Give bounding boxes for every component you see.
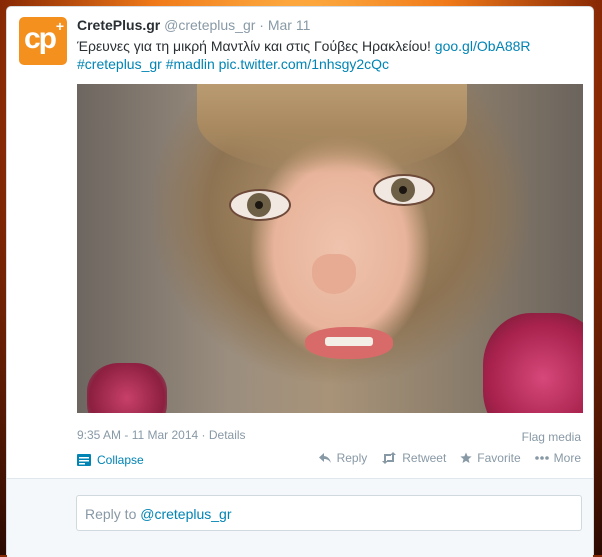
more-dots-icon: [534, 456, 549, 460]
collapse-icon: [77, 454, 91, 466]
retweet-button[interactable]: Retweet: [381, 451, 446, 465]
photo-scarf: [483, 313, 583, 413]
retweet-label: Retweet: [402, 451, 447, 465]
header-separator: ·: [259, 17, 264, 33]
tweet-text: Έρευνες για τη μικρή Μαντλίν και στις Γο…: [77, 37, 577, 73]
details-link[interactable]: Details: [209, 428, 246, 442]
collapse-label: Collapse: [97, 453, 144, 467]
pic-link[interactable]: pic.twitter.com/1nhsgy2cQc: [219, 56, 389, 72]
favorite-button[interactable]: Favorite: [460, 451, 521, 465]
avatar[interactable]: cp +: [19, 17, 67, 65]
author-name[interactable]: CretePlus.gr: [77, 17, 160, 33]
retweet-icon: [382, 452, 397, 464]
photo-nose: [312, 254, 356, 294]
flag-media-link[interactable]: Flag media: [522, 430, 581, 444]
favorite-label: Favorite: [477, 451, 521, 465]
meta-separator: ·: [201, 428, 206, 442]
tweet-header: CretePlus.gr @creteplus_gr · Mar 11: [77, 17, 310, 33]
short-link[interactable]: goo.gl/ObA88R: [435, 38, 531, 54]
photo-eye-left: [229, 189, 291, 221]
tweet-actions: Reply Retweet Favorite More: [318, 451, 581, 465]
photo-eye-right: [373, 174, 435, 206]
star-icon: [460, 452, 472, 463]
reply-input[interactable]: Reply to @creteplus_gr: [76, 495, 582, 531]
reply-label: Reply: [336, 451, 368, 465]
more-label: More: [553, 451, 581, 465]
hashtag-madlin[interactable]: #madlin: [166, 56, 215, 72]
author-handle[interactable]: @creteplus_gr: [164, 17, 255, 33]
reply-area: Reply to @creteplus_gr: [7, 478, 593, 557]
hashtag-creteplus[interactable]: #creteplus_gr: [77, 56, 162, 72]
photo-mouth: [305, 327, 393, 359]
tweet-meta: 9:35 AM - 11 Mar 2014 · Details: [77, 428, 246, 442]
collapse-button[interactable]: Collapse: [77, 453, 144, 467]
reply-mention: @creteplus_gr: [140, 506, 232, 522]
reply-icon: [318, 453, 331, 463]
avatar-logo-text: cp: [24, 22, 57, 55]
reply-prefix: Reply to: [85, 506, 137, 522]
reply-button[interactable]: Reply: [318, 451, 368, 465]
photo-scarf-left: [87, 363, 167, 413]
tweet-body: Έρευνες για τη μικρή Μαντλίν και στις Γο…: [77, 38, 431, 54]
tweet-timestamp[interactable]: 9:35 AM - 11 Mar 2014: [77, 428, 198, 442]
photo-hair: [197, 84, 467, 174]
tweet-card: cp + CretePlus.gr @creteplus_gr · Mar 11…: [6, 6, 594, 557]
more-button[interactable]: More: [534, 451, 581, 465]
tweet-photo[interactable]: [77, 84, 583, 413]
avatar-plus-badge: +: [55, 18, 64, 34]
tweet-date[interactable]: Mar 11: [268, 17, 311, 33]
